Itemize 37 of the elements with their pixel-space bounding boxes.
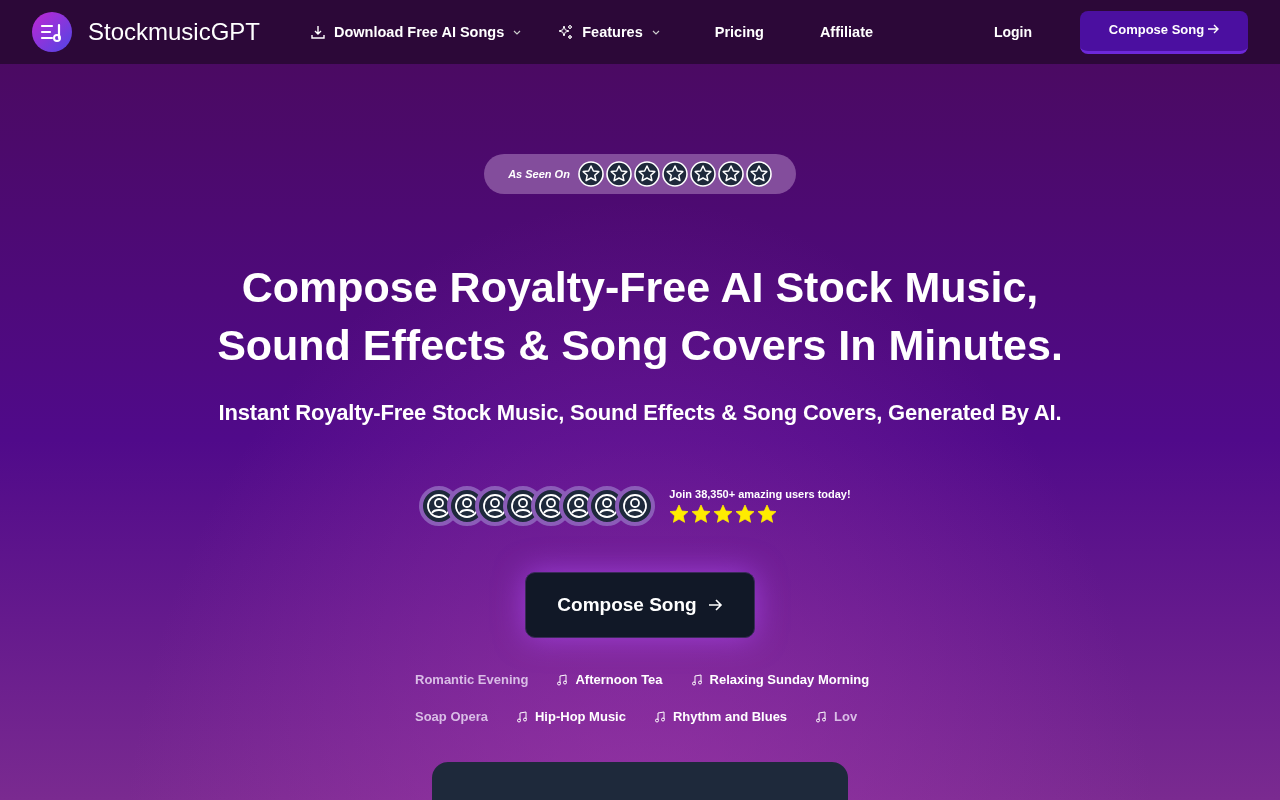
sparkle-icon — [558, 24, 575, 40]
genre-tag[interactable]: Afternoon Tea — [556, 672, 663, 687]
genre-tag[interactable]: Hip-Hop Music — [515, 709, 626, 724]
hero-title: Compose Royalty-Free AI Stock Music, Sound Effects & Song Covers In Minutes. — [217, 262, 1063, 371]
compose-song-button[interactable]: Compose Song — [1080, 10, 1248, 54]
logo-icon — [32, 12, 72, 52]
genre-tag[interactable]: Rhythm and Blues — [653, 709, 788, 724]
nav-link[interactable]: Download Free AI Songs — [310, 24, 523, 40]
star-badge-icon — [717, 161, 744, 187]
arrow-right-icon — [1207, 23, 1220, 35]
star-badge-icon — [577, 161, 604, 187]
as-seen-on-label: As Seen On — [508, 168, 570, 180]
download-icon — [310, 24, 326, 40]
users-count-text: Join 38,350+ amazing users today! — [669, 488, 851, 500]
genre-tag[interactable]: Lov — [815, 709, 858, 724]
user-avatar-icon — [615, 486, 656, 526]
nav-link[interactable]: Pricing — [714, 24, 764, 40]
music-note-icon — [556, 673, 569, 686]
genre-tag[interactable]: Soap Opera — [415, 709, 488, 724]
star-badge-icon — [689, 161, 716, 187]
genre-tag[interactable]: Relaxing Sunday Morning — [690, 672, 870, 687]
arrow-right-icon — [706, 597, 723, 613]
music-note-icon — [653, 710, 666, 723]
music-note-icon — [815, 710, 828, 723]
compose-song-button[interactable]: Compose Song — [525, 572, 755, 638]
star-badge-icon — [633, 161, 660, 187]
star-badge-icon — [661, 161, 688, 187]
music-note-icon — [515, 710, 528, 723]
nav-link[interactable]: Features — [558, 24, 661, 40]
login-link[interactable]: Login — [993, 24, 1032, 40]
hero-subtitle: Instant Royalty-Free Stock Music, Sound Effects & Song Covers, Generated By AI. — [218, 400, 1062, 426]
music-note-icon — [690, 673, 703, 686]
genre-tag[interactable]: Romantic Evening — [415, 672, 529, 687]
brand-name[interactable]: StockmusicGPT — [88, 18, 261, 46]
star-badge-icon — [605, 161, 632, 187]
nav-link[interactable]: Affiliate — [819, 24, 874, 40]
star-badge-icon — [745, 161, 772, 187]
